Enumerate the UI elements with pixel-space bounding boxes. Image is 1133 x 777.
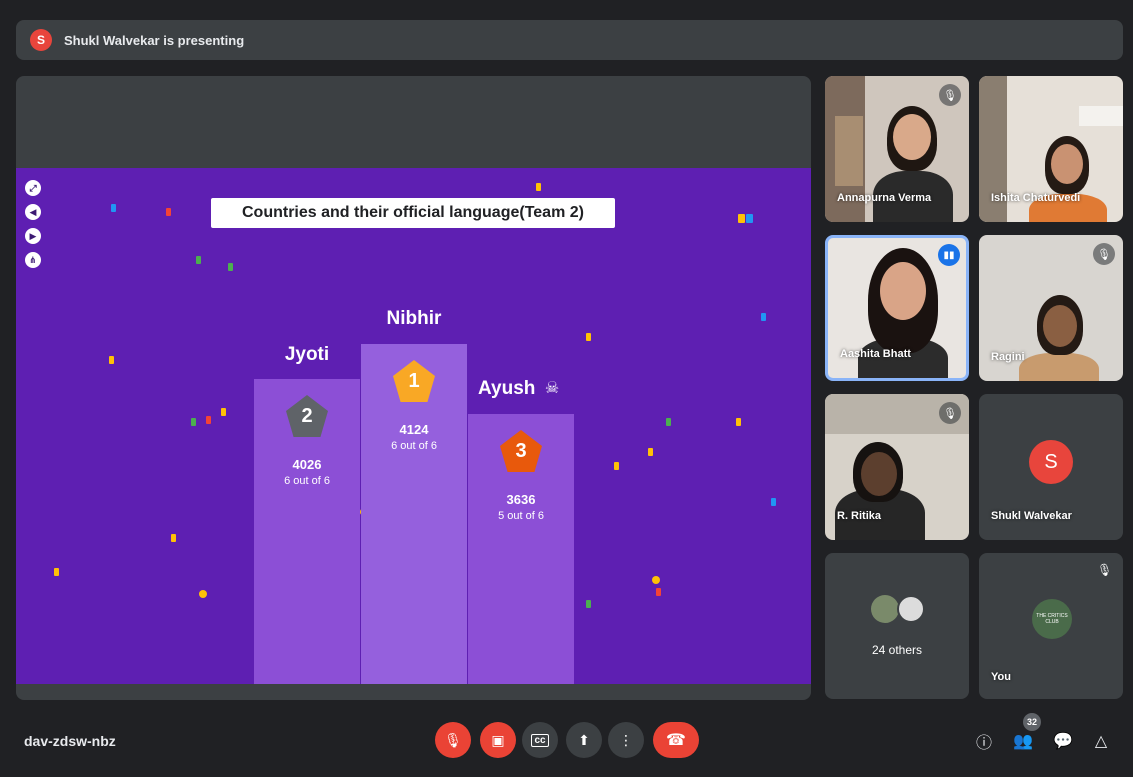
captions-button[interactable]: cc <box>522 722 558 758</box>
participant-name: Annapurna Verma <box>837 192 932 204</box>
third-place-result: 5 out of 6 <box>498 510 544 522</box>
participant-avatar: S <box>1029 440 1073 484</box>
first-place-name: Nibhir <box>386 308 442 329</box>
captions-icon: cc <box>531 733 549 747</box>
third-place-score: 3636 <box>506 492 536 507</box>
participant-tile-annapurna[interactable]: 🎙 Annapurna Verma <box>825 76 969 222</box>
participant-name: Ragini <box>991 351 1025 363</box>
activities-icon[interactable]: △ <box>1090 730 1112 752</box>
end-call-button[interactable]: ☎ <box>653 722 699 758</box>
speaking-indicator-icon: ▮▮ <box>938 244 960 266</box>
participant-tile-ragini[interactable]: 🎙 Ragini <box>979 235 1123 381</box>
mic-off-icon: 🎙 <box>1097 563 1113 577</box>
prev-icon[interactable]: ◀ <box>25 204 41 220</box>
participant-name: R. Ritika <box>837 510 882 522</box>
presenter-bar: S Shukl Walvekar is presenting <box>16 20 1123 60</box>
second-place-score: 4026 <box>292 457 322 472</box>
participant-name: Ishita Chaturvedi <box>991 192 1081 204</box>
participant-tile-others[interactable]: 24 others <box>825 553 969 699</box>
mic-off-icon: 🎙 <box>939 402 961 424</box>
second-place-result: 6 out of 6 <box>284 475 330 487</box>
mic-off-icon: 🎙 <box>939 84 961 106</box>
mic-off-icon: 🎙 <box>1093 243 1115 265</box>
end-call-icon: ☎ <box>666 732 686 749</box>
fullscreen-icon[interactable]: ⤢ <box>25 180 41 196</box>
avatar <box>897 595 925 623</box>
meeting-code: dav-zdsw-nbz <box>24 733 116 749</box>
participant-count-badge: 32 <box>1023 713 1041 731</box>
skull-icon: ☠ <box>544 380 560 397</box>
participant-tile-ritika[interactable]: 🎙 R. Ritika <box>825 394 969 540</box>
people-icon[interactable]: 👥 <box>1012 730 1034 752</box>
others-count: 24 others <box>871 643 923 657</box>
more-icon: ⋮ <box>619 731 633 748</box>
camera-off-button[interactable]: ▣ <box>480 722 516 758</box>
participant-name: Shukl Walvekar <box>991 510 1072 522</box>
presentation-stage: ⤢ ◀ ▶ ⋔ Countries and their official lan… <box>16 76 811 700</box>
share-icon[interactable]: ⋔ <box>25 252 41 268</box>
participant-tile-aashita[interactable]: ▮▮ Aashita Bhatt <box>825 235 969 381</box>
next-icon[interactable]: ▶ <box>25 228 41 244</box>
third-place-name: Ayush <box>478 378 536 399</box>
quiz-slide: ⤢ ◀ ▶ ⋔ Countries and their official lan… <box>16 168 811 684</box>
presenter-avatar: S <box>30 29 52 51</box>
mic-off-button[interactable]: 🎙 <box>435 722 471 758</box>
more-options-button[interactable]: ⋮ <box>608 722 644 758</box>
present-icon: ⬆ <box>578 731 590 748</box>
chat-icon[interactable]: 💬 <box>1052 730 1074 752</box>
club-logo: THE CRITICS CLUB <box>1032 599 1072 639</box>
participant-tile-shukl[interactable]: S Shukl Walvekar <box>979 394 1123 540</box>
participant-tile-ishita[interactable]: Ishita Chaturvedi <box>979 76 1123 222</box>
info-icon[interactable]: ⓘ <box>973 730 995 752</box>
participant-name: You <box>991 671 1011 683</box>
present-button[interactable]: ⬆ <box>566 722 602 758</box>
first-place-score: 4124 <box>399 422 429 437</box>
second-place-name: Jyoti <box>284 344 330 365</box>
mic-off-icon: 🎙 <box>444 731 462 748</box>
participant-name: Aashita Bhatt <box>840 348 911 360</box>
presenter-text: Shukl Walvekar is presenting <box>64 32 245 48</box>
avatar <box>871 595 899 623</box>
participant-tile-you[interactable]: 🎙 THE CRITICS CLUB You <box>979 553 1123 699</box>
quiz-title: Countries and their official language(Te… <box>211 198 615 228</box>
first-place-result: 6 out of 6 <box>391 440 437 452</box>
camera-off-icon: ▣ <box>491 731 505 748</box>
